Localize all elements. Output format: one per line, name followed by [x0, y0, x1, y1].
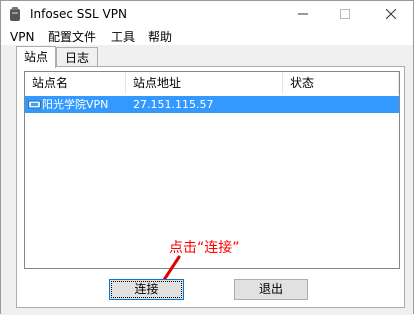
focus-rect [111, 281, 182, 298]
tab-panel-sites: 站点名 站点地址 状态 阳光学院VPN 27.151.115.57 点击“连接” [16, 66, 405, 308]
window-title: Infosec SSL VPN [30, 7, 127, 21]
menu-bar: VPN 配置文件 工具 帮助 [1, 29, 413, 45]
main-content: 站点 日志 站点名 站点地址 状态 阳光学院VPN 27.151.115.57 … [1, 45, 413, 315]
app-icon [10, 7, 20, 21]
close-button[interactable] [368, 1, 414, 29]
annotation-text: 点击“连接” [169, 240, 240, 256]
table-row[interactable]: 阳光学院VPN 27.151.115.57 [25, 96, 399, 113]
site-name-cell: 阳光学院VPN [42, 98, 109, 111]
menu-tools[interactable]: 工具 [111, 29, 135, 45]
exit-button[interactable]: 退出 [234, 279, 308, 300]
menu-config-file[interactable]: 配置文件 [48, 29, 96, 45]
column-header-site-name[interactable]: 站点名 [25, 72, 126, 94]
site-address-cell: 27.151.115.57 [133, 98, 214, 111]
network-plug-icon [28, 100, 41, 109]
title-bar[interactable]: Infosec SSL VPN [1, 1, 413, 29]
exit-button-label: 退出 [258, 282, 283, 296]
connect-button[interactable]: 连接 [109, 279, 184, 300]
column-header-status[interactable]: 状态 [283, 72, 399, 94]
close-icon [385, 8, 397, 20]
tab-sites[interactable]: 站点 [16, 46, 56, 68]
maximize-icon [340, 9, 350, 19]
tab-logs[interactable]: 日志 [56, 47, 98, 67]
minimize-icon [298, 13, 308, 15]
maximize-button[interactable] [322, 1, 368, 29]
column-header-site-address[interactable]: 站点地址 [126, 72, 283, 94]
vpn-window: Infosec SSL VPN VPN 配置文件 工具 帮助 站点 日志 站点名… [0, 0, 414, 315]
menu-vpn[interactable]: VPN [10, 29, 34, 45]
menu-help[interactable]: 帮助 [148, 29, 172, 45]
minimize-button[interactable] [280, 1, 326, 29]
